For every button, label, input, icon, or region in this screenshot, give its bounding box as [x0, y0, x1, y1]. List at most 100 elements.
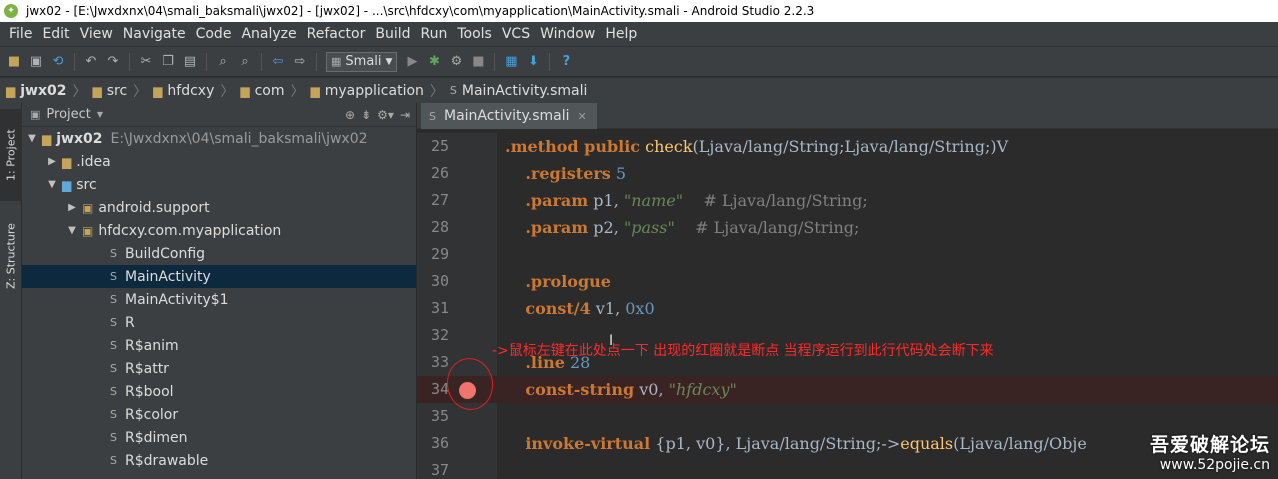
tab-structure[interactable]: Z: Structure — [0, 211, 22, 301]
tree-item-idea[interactable]: ▶ ▆ .idea — [22, 150, 416, 173]
code-line[interactable]: 27 .param p1, "name" # Ljava/lang/String… — [417, 187, 1278, 214]
code-text: .method public check(Ljava/lang/String;L… — [505, 137, 1009, 156]
smali-file-icon: S — [110, 431, 117, 444]
menu-build[interactable]: Build — [370, 22, 415, 46]
line-number: 36 — [430, 434, 449, 452]
open-folder-icon[interactable]: ■ — [4, 51, 24, 73]
menu-window[interactable]: Window — [535, 22, 600, 46]
tree-item-mainactivity-1[interactable]: S MainActivity$1 — [22, 288, 416, 311]
tree-item-r-attr[interactable]: S R$attr — [22, 357, 416, 380]
cut-icon[interactable]: ✂ — [136, 51, 156, 73]
collapse-all-icon[interactable]: ⇟ — [361, 108, 371, 122]
line-number: 32 — [430, 326, 449, 344]
code-line[interactable]: 36 invoke-virtual {p1, v0}, Ljava/lang/S… — [417, 430, 1278, 457]
back-icon[interactable]: ⇦ — [268, 51, 288, 73]
menu-navigate[interactable]: Navigate — [118, 22, 191, 46]
tree-item-r-bool[interactable]: S R$bool — [22, 380, 416, 403]
run-icon[interactable]: ▶ — [402, 51, 422, 73]
project-view-select[interactable]: Project — [46, 107, 90, 122]
sync-icon[interactable]: ⟲ — [48, 51, 68, 73]
tree-item-r[interactable]: S R — [22, 311, 416, 334]
redo-icon[interactable]: ↷ — [103, 51, 123, 73]
menu-vcs[interactable]: VCS — [497, 22, 535, 46]
settings-icon[interactable]: ⚙▾ — [377, 108, 394, 122]
debug-icon[interactable]: ✱ — [424, 51, 444, 73]
sdk-manager-icon[interactable]: ⬇ — [523, 51, 543, 73]
watermark: 吾爱破解论坛 www.52pojie.cn — [1150, 430, 1270, 473]
smali-file-icon: S — [110, 316, 117, 329]
tree-item-src[interactable]: ▼ ▆ src — [22, 173, 416, 196]
collapsed-arrow-icon[interactable]: ▶ — [66, 202, 78, 213]
line-number: 25 — [430, 137, 449, 155]
toolbar-divider — [129, 52, 130, 71]
tree-item-r-color[interactable]: S R$color — [22, 403, 416, 426]
code-line[interactable]: 31 const/4 v1, 0x0 — [417, 295, 1278, 322]
expanded-arrow-icon[interactable]: ▼ — [26, 133, 38, 144]
stop-icon[interactable]: ■ — [468, 51, 488, 73]
code-line[interactable]: 35 — [417, 403, 1278, 430]
project-folder-icon: ▆ — [6, 83, 16, 98]
find-icon[interactable]: ⌕ — [213, 51, 233, 73]
menu-edit[interactable]: Edit — [37, 22, 74, 46]
hide-panel-icon[interactable]: ⇥ — [400, 108, 410, 122]
attach-debugger-icon[interactable]: ⚙ — [446, 51, 466, 73]
menu-analyze[interactable]: Analyze — [236, 22, 301, 46]
tab-project[interactable]: 1: Project — [0, 109, 22, 201]
tree-item-r-dimen[interactable]: S R$dimen — [22, 426, 416, 449]
replace-icon[interactable]: ⌕ — [235, 51, 255, 73]
tree-item-android-support[interactable]: ▶ ▣ android.support — [22, 196, 416, 219]
tree-item-package[interactable]: ▼ ▣ hfdcxy.com.myapplication — [22, 219, 416, 242]
scroll-from-source-icon[interactable]: ⊕ — [345, 108, 355, 122]
code-line[interactable]: 30 .prologue — [417, 268, 1278, 295]
code-text: .param p1, "name" # Ljava/lang/String; — [525, 191, 868, 210]
breadcrumb-com[interactable]: ▆ com — [240, 83, 290, 99]
breadcrumb-src[interactable]: ▆ src — [92, 83, 133, 99]
breadcrumb-separator: 〉 — [72, 83, 87, 100]
project-structure-icon[interactable]: ▦ — [501, 51, 521, 73]
breadcrumb-myapplication[interactable]: ▆ myapplication — [311, 83, 430, 99]
android-studio-icon: ✦ — [4, 4, 18, 18]
menu-view[interactable]: View — [75, 22, 118, 46]
breadcrumb-file[interactable]: S MainActivity.smali — [450, 83, 594, 99]
breadcrumb-project[interactable]: ▆ jwx02 — [6, 83, 72, 99]
undo-icon[interactable]: ↶ — [81, 51, 101, 73]
editor-tab-bar: S MainActivity.smali ✕ — [417, 103, 1278, 129]
menu-refactor[interactable]: Refactor — [302, 22, 371, 46]
smali-file-icon: S — [449, 84, 457, 97]
save-all-icon[interactable]: ▣ — [26, 51, 46, 73]
chevron-down-icon[interactable]: ▼ — [97, 110, 103, 119]
menu-help[interactable]: Help — [600, 22, 642, 46]
breadcrumb-hfdcxy[interactable]: ▆ hfdcxy — [153, 83, 220, 99]
toolbar-divider — [316, 52, 317, 71]
menu-code[interactable]: Code — [191, 22, 237, 46]
tree-item-mainactivity[interactable]: S MainActivity — [22, 265, 416, 288]
expanded-arrow-icon[interactable]: ▼ — [46, 179, 58, 190]
tree-root-node[interactable]: ▼ ▆ jwx02 E:\Jwxdxnx\04\smali_baksmali\j… — [22, 127, 416, 150]
line-number: 33 — [430, 353, 449, 371]
code-line-breakpoint[interactable]: 34 const-string v0, "hfdcxy" — [417, 376, 1278, 403]
run-config-select[interactable]: ▦ Smali ▼ — [326, 51, 398, 72]
copy-icon[interactable]: ❐ — [158, 51, 178, 73]
help-icon[interactable]: ? — [556, 51, 576, 73]
forward-icon[interactable]: ⇨ — [290, 51, 310, 73]
tab-mainactivity-smali[interactable]: S MainActivity.smali ✕ — [421, 103, 597, 129]
close-icon[interactable]: ✕ — [578, 110, 587, 123]
tree-item-buildconfig[interactable]: S BuildConfig — [22, 242, 416, 265]
line-number: 37 — [430, 461, 449, 479]
smali-file-icon: S — [110, 408, 117, 421]
code-line[interactable]: 29 — [417, 241, 1278, 268]
expanded-arrow-icon[interactable]: ▼ — [66, 225, 78, 236]
code-line[interactable]: 37 — [417, 457, 1278, 479]
code-line[interactable]: 28 .param p2, "pass" # Ljava/lang/String… — [417, 214, 1278, 241]
tree-item-r-drawable[interactable]: S R$drawable — [22, 449, 416, 472]
code-line[interactable]: 26 .registers 5 — [417, 160, 1278, 187]
menu-file[interactable]: File — [4, 22, 37, 46]
menu-tools[interactable]: Tools — [452, 22, 497, 46]
text-cursor-icon: I — [609, 333, 614, 349]
menu-run[interactable]: Run — [416, 22, 453, 46]
tree-item-r-anim[interactable]: S R$anim — [22, 334, 416, 357]
paste-icon[interactable]: ▤ — [180, 51, 200, 73]
collapsed-arrow-icon[interactable]: ▶ — [46, 156, 58, 167]
code-line[interactable]: 25 .method public check(Ljava/lang/Strin… — [417, 133, 1278, 160]
breadcrumb-separator: 〉 — [290, 83, 305, 100]
